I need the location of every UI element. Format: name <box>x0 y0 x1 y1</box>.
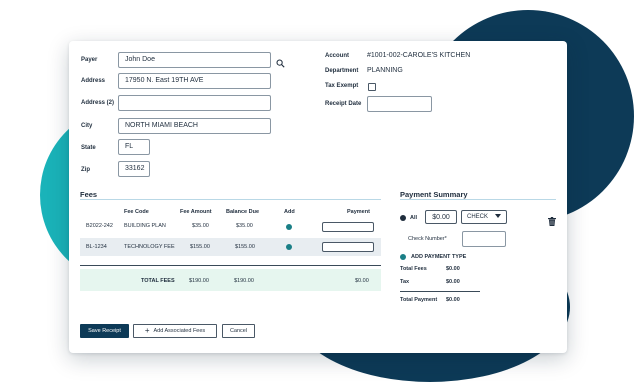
add-payment-type-label: ADD PAYMENT TYPE <box>411 254 467 260</box>
all-label: All <box>410 215 418 221</box>
zip-input[interactable]: 33162 <box>118 161 150 177</box>
plus-icon <box>400 254 406 260</box>
summary-total-fees-value: $0.00 <box>446 266 460 272</box>
fee-add-toggle[interactable] <box>286 244 292 250</box>
total-fee-amount: $190.00 <box>189 278 209 284</box>
receipt-card: Payer John Doe Address 17950 N. East 19T… <box>69 41 567 353</box>
payment-amount-input[interactable]: $0.00 <box>425 210 457 224</box>
check-number-input[interactable] <box>462 231 506 247</box>
summary-total-divider <box>400 291 480 292</box>
fee-code: BUILDING PLAN <box>124 223 166 229</box>
payment-method-select[interactable]: CHECK <box>461 210 507 224</box>
state-input[interactable]: FL <box>118 139 150 155</box>
caret-down-icon <box>495 214 501 220</box>
add-header: Add <box>284 209 295 215</box>
zip-label: Zip <box>81 167 90 173</box>
trash-icon[interactable] <box>548 213 556 226</box>
add-associated-fees-label: Add Associated Fees <box>153 328 206 334</box>
address-input[interactable]: 17950 N. East 19TH AVE <box>118 73 271 89</box>
add-payment-type-button[interactable]: ADD PAYMENT TYPE <box>399 253 499 262</box>
address-label: Address <box>81 78 106 84</box>
address2-label: Address (2) <box>81 100 115 106</box>
tax-exempt-checkbox[interactable] <box>368 83 376 91</box>
fee-amount: $155.00 <box>190 244 210 250</box>
fee-payment-input[interactable] <box>322 222 374 232</box>
summary-total-payment-label: Total Payment <box>400 297 438 303</box>
balance-due-header: Balance Due <box>226 209 260 215</box>
plus-icon: + <box>144 326 150 335</box>
payment-header: Payment <box>347 209 370 215</box>
department-value: PLANNING <box>367 67 403 74</box>
fee-code-header: Fee Code <box>124 209 149 215</box>
summary-tax-value: $0.00 <box>446 279 460 285</box>
total-payment: $0.00 <box>355 278 369 284</box>
payment-summary-divider <box>400 199 556 200</box>
fee-add-toggle[interactable] <box>286 224 292 230</box>
fees-title: Fees <box>80 190 98 199</box>
fee-payment-input[interactable] <box>322 242 374 252</box>
check-number-label: Check Number* <box>408 236 447 242</box>
summary-total-payment-value: $0.00 <box>446 297 460 303</box>
total-divider <box>80 265 381 266</box>
payer-input[interactable]: John Doe <box>118 52 271 68</box>
fees-divider <box>80 199 381 200</box>
total-fees-label: TOTAL FEES <box>141 278 175 284</box>
city-input[interactable]: NORTH MIAMI BEACH <box>118 118 271 134</box>
search-icon[interactable] <box>276 55 285 68</box>
all-radio[interactable] <box>400 215 406 221</box>
fee-amount: $35.00 <box>192 223 209 229</box>
total-balance: $190.00 <box>234 278 254 284</box>
receipt-date-input[interactable] <box>367 96 432 112</box>
fee-id: BL-1234 <box>86 244 107 250</box>
tax-exempt-label: Tax Exempt <box>325 83 359 89</box>
payer-label: Payer <box>81 57 98 63</box>
payment-method-value: CHECK <box>467 214 489 220</box>
fee-amount-header: Fee Amount <box>180 209 212 215</box>
fee-balance: $155.00 <box>235 244 255 250</box>
add-associated-fees-button[interactable]: + Add Associated Fees <box>133 324 217 338</box>
cancel-button[interactable]: Cancel <box>222 324 255 338</box>
fee-balance: $35.00 <box>236 223 253 229</box>
account-value: #1001-002-CAROLE'S KITCHEN <box>367 52 471 59</box>
department-label: Department <box>325 68 359 74</box>
address2-input[interactable] <box>118 95 271 111</box>
payment-amount-value: $0.00 <box>432 213 450 221</box>
state-label: State <box>81 145 96 151</box>
save-receipt-button[interactable]: Save Receipt <box>80 324 129 338</box>
payment-summary-title: Payment Summary <box>400 190 468 199</box>
fee-code: TECHNOLOGY FEE <box>124 244 175 250</box>
city-label: City <box>81 123 93 129</box>
account-label: Account <box>325 53 349 59</box>
receipt-date-label: Receipt Date <box>325 101 362 107</box>
summary-total-fees-label: Total Fees <box>400 266 427 272</box>
fee-id: B2022-242 <box>86 223 113 229</box>
total-row <box>80 269 381 291</box>
summary-tax-label: Tax <box>400 279 410 285</box>
